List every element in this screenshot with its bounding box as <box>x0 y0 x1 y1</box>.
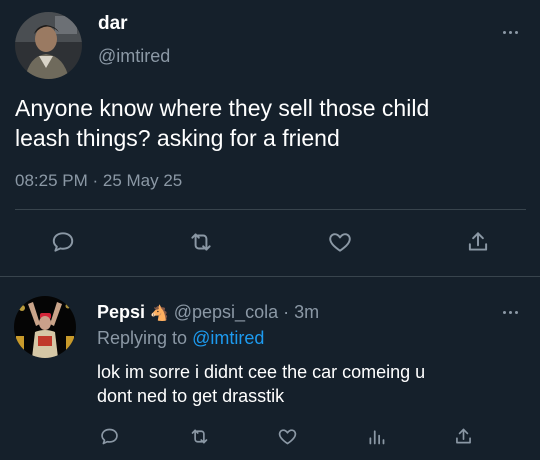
tweet-text-line: leash things? asking for a friend <box>15 125 340 151</box>
avatar[interactable] <box>14 296 76 358</box>
avatar[interactable] <box>15 12 82 79</box>
speech-bubble-icon[interactable] <box>49 228 77 256</box>
handle[interactable]: @pepsi_cola <box>174 302 278 322</box>
reply-header: Pepsi 🐴 @pepsi_cola · 3m <box>97 302 319 323</box>
heart-icon[interactable] <box>276 425 298 447</box>
reply-text: lok im sorre i didnt cee the car comeing… <box>97 360 527 408</box>
speech-bubble-icon[interactable] <box>98 425 120 447</box>
tweet-text: Anyone know where they sell those child … <box>15 93 530 153</box>
time-separator: · <box>278 302 295 322</box>
replying-to-label: Replying to <box>97 328 193 348</box>
retweet-arrows-icon[interactable] <box>187 228 215 256</box>
heart-icon[interactable] <box>326 228 354 256</box>
divider <box>15 209 526 210</box>
handle[interactable]: @imtired <box>98 46 170 67</box>
tweet-text-line: Anyone know where they sell those child <box>15 95 430 121</box>
more-icon[interactable] <box>498 27 522 37</box>
bar-chart-icon[interactable] <box>365 425 387 447</box>
replying-to: Replying to @imtired <box>97 328 264 349</box>
reply-text-line: dont ned to get drasstik <box>97 386 285 406</box>
horse-emoji-icon: 🐴 <box>150 305 169 322</box>
reply-text-line: lok im sorre i didnt cee the car comeing… <box>97 362 426 382</box>
timestamp[interactable]: 3m <box>294 302 319 322</box>
share-upload-icon[interactable] <box>452 425 474 447</box>
share-upload-icon[interactable] <box>464 228 492 256</box>
retweet-arrows-icon[interactable] <box>188 425 210 447</box>
display-name[interactable]: dar <box>98 13 128 35</box>
replying-to-link[interactable]: @imtired <box>192 328 264 348</box>
display-name[interactable]: Pepsi <box>97 302 145 322</box>
tweet-timestamp[interactable]: 08:25 PM · 25 May 25 <box>15 171 182 191</box>
divider <box>0 276 540 277</box>
more-icon[interactable] <box>498 307 522 317</box>
